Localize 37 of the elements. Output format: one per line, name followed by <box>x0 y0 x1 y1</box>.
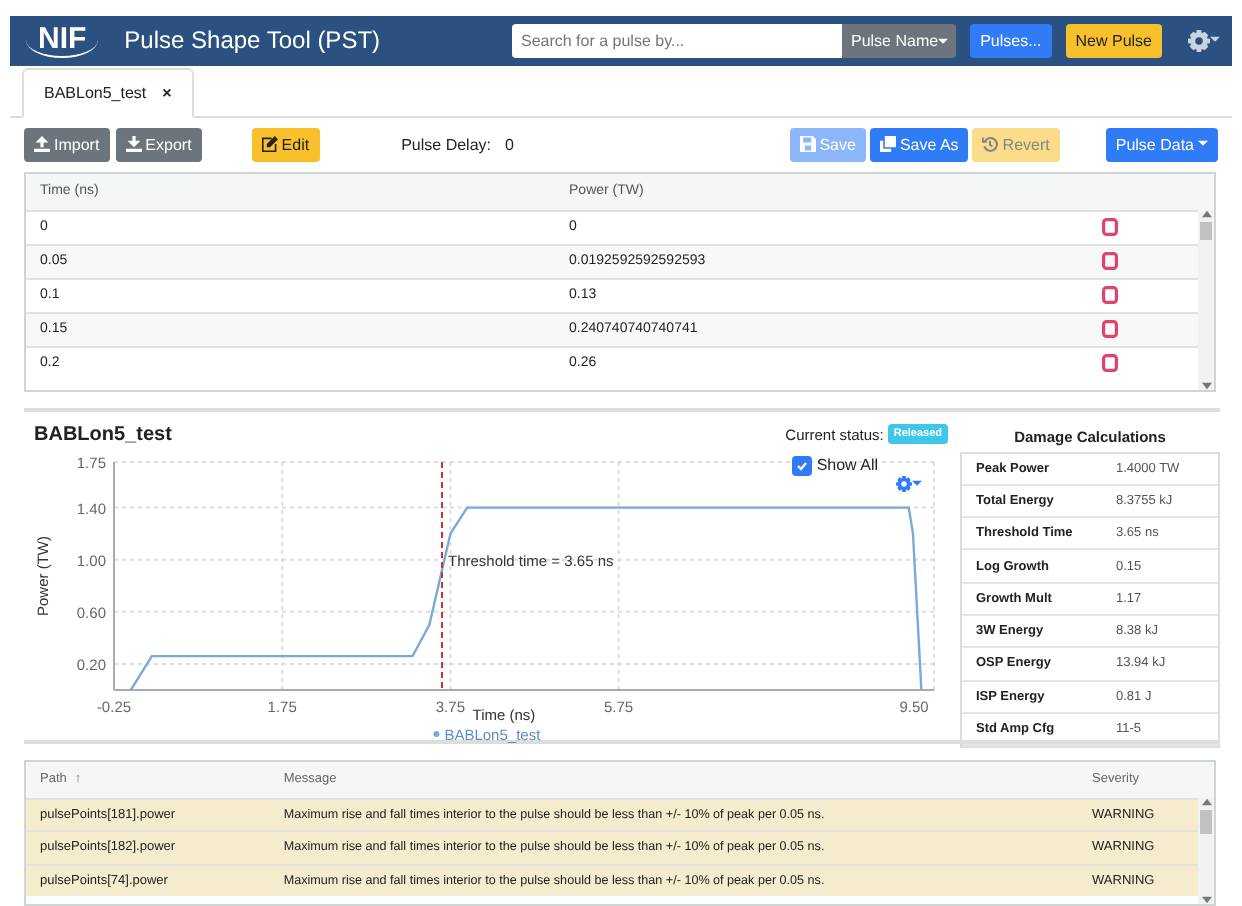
checkmark-icon <box>796 459 809 471</box>
pulse-tab[interactable]: BABLon5_test × <box>22 67 194 117</box>
scrollbar[interactable] <box>1198 797 1214 904</box>
legend-marker <box>433 730 440 736</box>
edit-icon <box>261 136 278 152</box>
pulse-delay-label: Pulse Delay: <box>401 135 492 153</box>
header-button[interactable]: Pulses... <box>970 23 1052 58</box>
toolbar-button[interactable]: Edit <box>251 127 320 161</box>
toolbar-button[interactable]: Import <box>24 127 110 161</box>
history-icon <box>982 136 999 152</box>
toolbar-button[interactable]: Save As <box>869 127 969 161</box>
caret-icon <box>1210 36 1220 45</box>
settings-icon[interactable] <box>1188 29 1220 52</box>
scroll-down-icon[interactable] <box>1201 381 1211 389</box>
logo: NIF <box>26 22 99 59</box>
app-title: Pulse Shape Tool (PST) <box>124 26 383 55</box>
caret-icon <box>938 37 949 46</box>
chart-settings-icon[interactable] <box>896 475 922 491</box>
toolbar-button[interactable]: Export <box>115 127 202 161</box>
close-icon[interactable]: × <box>162 83 172 101</box>
pulse-title: BABLon5_test <box>34 423 174 445</box>
copy-icon <box>879 136 896 152</box>
search-mode-dropdown[interactable]: Pulse Name <box>842 23 957 58</box>
download-icon <box>125 136 142 152</box>
header-button[interactable]: New Pulse <box>1065 23 1162 58</box>
show-all-label[interactable]: Show All <box>816 456 878 474</box>
upload-icon <box>34 136 50 152</box>
scrollbar[interactable] <box>1198 209 1214 389</box>
scroll-thumb[interactable] <box>1200 809 1212 833</box>
scroll-thumb[interactable] <box>1200 221 1212 239</box>
caret-icon <box>912 479 922 487</box>
scroll-down-icon[interactable] <box>1201 896 1211 904</box>
show-all-checkbox[interactable] <box>792 455 813 475</box>
search-field[interactable]: Search for a pulse by... <box>512 23 843 58</box>
caret-icon <box>1198 140 1208 148</box>
pulse-delay-value: 0 <box>505 135 516 153</box>
toolbar-button[interactable]: Pulse Data <box>1105 127 1218 161</box>
